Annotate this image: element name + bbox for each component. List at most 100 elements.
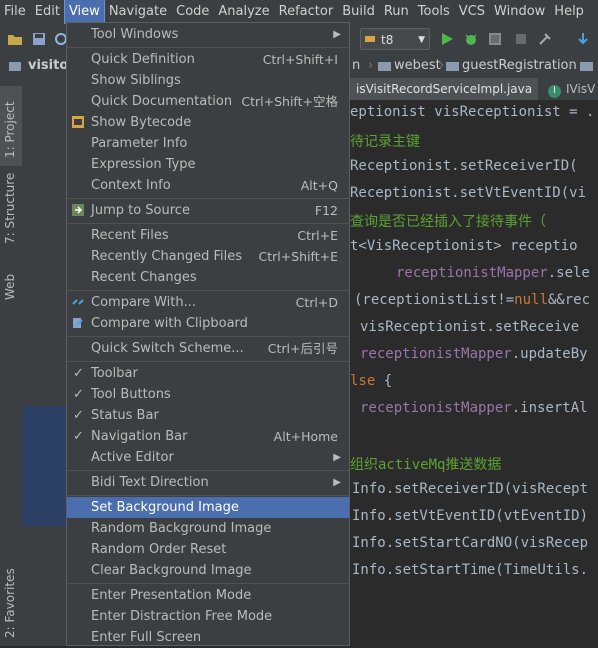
menu-item-compare-with-clipboard[interactable]: Compare with Clipboard (67, 313, 349, 334)
menu-item-clear-background-image[interactable]: Clear Background Image (67, 560, 349, 581)
menu-item-quick-definition[interactable]: Quick Definition Ctrl+Shift+I (67, 49, 349, 70)
menu-item-recent-files[interactable]: Recent Files Ctrl+E (67, 225, 349, 246)
menu-item-navigation-bar[interactable]: ✓ Navigation Bar Alt+Home (67, 426, 349, 447)
menu-item-shortcut: Ctrl+Shift+E (258, 249, 339, 264)
view-menu-dropdown: Tool Windows ▶ Quick Definition Ctrl+Shi… (66, 22, 350, 646)
run-icon[interactable] (438, 30, 456, 48)
menu-item-label: Quick Documentation (91, 94, 233, 109)
menu-code[interactable]: Code (172, 0, 213, 24)
menu-separator (67, 583, 349, 584)
menu-item-set-background-image[interactable]: Set Background Image (67, 497, 349, 518)
menu-item-parameter-info[interactable]: Parameter Info (67, 133, 349, 154)
menu-item-label: Context Info (91, 178, 171, 193)
breadcrumb-project[interactable]: visito (28, 54, 68, 78)
menu-item-shortcut: Ctrl+D (295, 295, 338, 310)
debug-icon[interactable] (462, 30, 480, 48)
menu-item-label: Expression Type (91, 157, 196, 172)
menu-item-random-order-reset[interactable]: Random Order Reset (67, 539, 349, 560)
menu-item-enter-distraction-free-mode[interactable]: Enter Distraction Free Mode (67, 606, 349, 627)
menu-run[interactable]: Run (380, 0, 413, 24)
code-line: visReceptionist.setReceive (360, 319, 580, 335)
menu-item-label: Tool Buttons (91, 387, 171, 402)
menu-item-jump-to-source[interactable]: Jump to Source F12 (67, 200, 349, 221)
package-folder-icon (580, 62, 593, 71)
menu-tools[interactable]: Tools (414, 0, 454, 24)
menu-build[interactable]: Build (338, 0, 379, 24)
tab-favorites[interactable]: 2: Favorites (0, 568, 22, 646)
menu-edit[interactable]: Edit (31, 0, 64, 24)
menu-navigate[interactable]: Navigate (105, 0, 171, 24)
open-folder-icon[interactable] (6, 30, 24, 48)
selected-row-highlight (22, 406, 66, 526)
menu-bar: File Edit View Navigate Code Analyze Ref… (0, 0, 598, 25)
project-folder-icon (9, 62, 21, 71)
menu-item-active-editor[interactable]: Active Editor ▶ (67, 447, 349, 468)
menu-separator (67, 470, 349, 471)
menu-item-enter-presentation-mode[interactable]: Enter Presentation Mode (67, 585, 349, 606)
breadcrumb-item[interactable]: n (352, 54, 360, 78)
menu-item-label: Enter Full Screen (91, 630, 202, 645)
menu-file[interactable]: File (0, 0, 30, 24)
menu-item-label: Enter Presentation Mode (91, 588, 252, 603)
menu-item-context-info[interactable]: Context Info Alt+Q (67, 175, 349, 196)
breadcrumb-item[interactable]: webest (394, 54, 441, 78)
tab-project[interactable]: 1: Project (0, 86, 22, 166)
menu-item-quick-documentation[interactable]: Quick Documentation Ctrl+Shift+空格 (67, 91, 349, 112)
code-keyword: null (514, 292, 548, 308)
menu-item-toolbar[interactable]: ✓ Toolbar (67, 363, 349, 384)
menu-refactor[interactable]: Refactor (275, 0, 338, 24)
menu-item-show-bytecode[interactable]: Show Bytecode (67, 112, 349, 133)
menu-item-tool-buttons[interactable]: ✓ Tool Buttons (67, 384, 349, 405)
menu-separator (67, 495, 349, 496)
code-line: t<VisReceptionist> receptio (350, 238, 578, 254)
code-line: lse { (350, 373, 392, 389)
menu-item-shortcut: Alt+Q (300, 178, 338, 193)
menu-item-expression-type[interactable]: Expression Type (67, 154, 349, 175)
menu-item-quick-switch-scheme[interactable]: Quick Switch Scheme... Ctrl+后引号 (67, 338, 349, 359)
code-field: receptionistMapper (360, 346, 512, 362)
menu-separator (67, 223, 349, 224)
menu-item-show-siblings[interactable]: Show Siblings (67, 70, 349, 91)
tab-structure[interactable]: 7: Structure (0, 168, 22, 248)
coverage-icon[interactable] (486, 30, 504, 48)
package-folder-icon (446, 62, 459, 71)
menu-item-enter-full-screen[interactable]: Enter Full Screen (67, 627, 349, 648)
menu-item-status-bar[interactable]: ✓ Status Bar (67, 405, 349, 426)
code-line: Receptionist.setVtEventID(vi (350, 185, 587, 201)
code-text: .updateBy (511, 346, 588, 362)
tab-visit-record-service[interactable]: isVisitRecordServiceImpl.java (350, 78, 539, 100)
interface-icon: I (548, 78, 561, 100)
menu-item-tool-windows[interactable]: Tool Windows ▶ (67, 24, 349, 45)
project-panel[interactable] (22, 78, 66, 646)
stop-icon[interactable] (512, 30, 530, 48)
menu-item-label: Recent Changes (91, 270, 197, 285)
tab-web[interactable]: Web (0, 256, 22, 316)
menu-item-label: Recent Files (91, 228, 169, 243)
menu-analyze[interactable]: Analyze (214, 0, 273, 24)
menu-help[interactable]: Help (550, 0, 588, 24)
code-comment: 组织activeMq推送数据 (350, 457, 502, 473)
menu-item-recent-changes[interactable]: Recent Changes (67, 267, 349, 288)
menu-item-label: Compare with Clipboard (91, 316, 248, 331)
tab-ivis[interactable]: IVisV (566, 78, 595, 100)
menu-separator (67, 47, 349, 48)
breadcrumb-item[interactable]: guestRegistration (462, 54, 577, 78)
build-icon[interactable] (536, 30, 554, 48)
code-comment: 查询是否已经插入了接待事件（ (350, 214, 546, 230)
save-icon[interactable] (30, 30, 48, 48)
code-text: &&rec (547, 292, 591, 308)
menu-item-compare-with[interactable]: Compare With... Ctrl+D (67, 292, 349, 313)
menu-item-recently-changed-files[interactable]: Recently Changed Files Ctrl+Shift+E (67, 246, 349, 267)
menu-item-bidi-text-direction[interactable]: Bidi Text Direction ▶ (67, 472, 349, 493)
code-editor[interactable]: eptionist visReceptionist = . 待记录主键 Rece… (350, 100, 598, 646)
code-line: Receptionist.setReceiverID( (350, 158, 578, 174)
chevron-right-icon: › (368, 58, 374, 73)
menu-window[interactable]: Window (490, 0, 549, 24)
menu-item-label: Jump to Source (91, 203, 190, 218)
vcs-update-icon[interactable] (574, 30, 592, 48)
menu-vcs[interactable]: VCS (455, 0, 489, 24)
menu-view[interactable]: View (63, 0, 105, 25)
code-line: receptionistMapper.updateBy (360, 346, 588, 362)
menu-item-random-background-image[interactable]: Random Background Image (67, 518, 349, 539)
bytecode-icon (72, 116, 84, 128)
